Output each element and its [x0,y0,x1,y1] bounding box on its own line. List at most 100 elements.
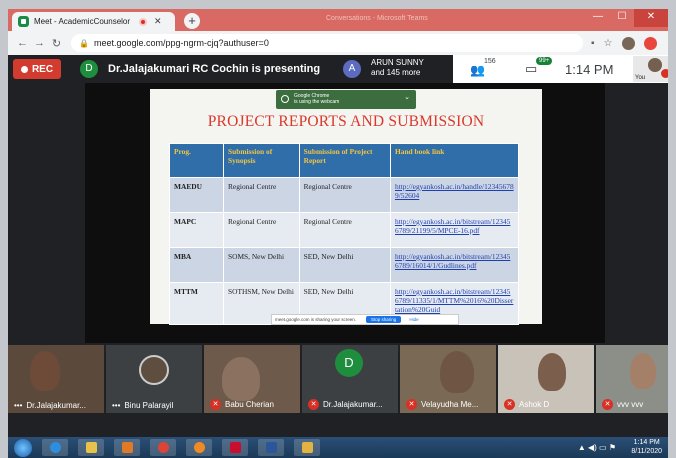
slide: Google Chrome is using the webcam ⌄ PROJ… [150,89,542,325]
bookmark-star-icon[interactable]: ☆ [604,38,613,49]
windows-taskbar: ▲ ◀) ▭ ⚑ 1:14 PM 8/11/2020 [8,437,668,458]
cell-synopsis: Regional Centre [223,177,300,213]
participant-video [630,353,656,389]
speaking-indicator-icon: ••• [14,401,23,410]
self-avatar [648,58,662,72]
cell-prog: MAPC [169,212,224,248]
speaker-info: ARUN SUNNY and 145 more [371,58,424,78]
self-label: You [635,75,646,81]
table-row: MAPC Regional Centre Regional Centre htt… [169,212,519,248]
mic-off-icon: ✕ [602,399,613,410]
profile-avatar[interactable] [621,36,635,50]
stop-sharing-button[interactable]: Stop sharing [366,316,402,323]
participant-name: Dr.Jalajakumar... [26,401,86,410]
participant-name: Velayudha Me... [421,400,479,409]
chat-icon[interactable]: ▭ [525,61,537,77]
folder-icon[interactable] [294,439,320,456]
header-prog: Prog. [169,143,224,178]
participant-video [440,351,474,393]
window-controls: — ☐ ✕ [586,9,668,27]
screen-share-bar: meet.google.com is sharing your screen. … [271,314,459,325]
media-player-icon[interactable] [114,439,140,456]
cell-prog: MTTM [169,282,224,325]
table-header-row: Prog. Submission of Synopsis Submission … [169,143,519,178]
tab-title: Meet - AcademicCounselor [34,17,131,26]
participant-avatar: D [335,349,363,377]
tab-meet[interactable]: Meet - AcademicCounselor ✕ [12,12,175,31]
lock-icon: 🔒 [79,38,89,48]
participant-tile[interactable]: ••• Binu Palarayil [106,345,202,413]
tab-close-icon[interactable]: ✕ [154,16,162,27]
chevron-down-icon: ⌄ [404,94,410,101]
cell-synopsis: Regional Centre [223,212,300,248]
table-row: MBA SOMS, New Delhi SED, New Delhi http:… [169,247,519,283]
participant-tile[interactable]: D ✕ Dr.Jalajakumar... [302,345,398,413]
participant-tile[interactable]: ✕ vvv vvv [596,345,668,413]
tray-time: 1:14 PM [633,439,660,446]
recording-indicator-icon [139,17,147,26]
mic-off-icon: ✕ [210,399,221,410]
back-arrow-icon[interactable]: ← [14,37,31,49]
participant-video [538,353,566,391]
new-tab-button[interactable]: + [184,13,200,29]
tray-date: 8/11/2020 [631,448,662,455]
participant-name: Ashok D [519,400,550,409]
chat-badge: 99+ [536,57,553,65]
shared-screen: Google Chrome is using the webcam ⌄ PROJ… [85,83,605,343]
internet-explorer-icon[interactable] [42,439,68,456]
self-mic-off-icon [661,69,668,78]
participant-video [222,357,260,401]
cell-prog: MBA [169,247,224,283]
mcafee-icon[interactable] [222,439,248,456]
webcam-notification[interactable]: Google Chrome is using the webcam ⌄ [276,90,416,109]
participant-name: Dr.Jalajakumar... [323,400,383,409]
handbook-link: http://egyankosh.ac.in/handle/123456789/… [390,177,519,213]
mic-off-icon: ✕ [308,399,319,410]
presenter-avatar: D [80,60,98,78]
participant-avatar [139,355,169,385]
system-tray-icons[interactable]: ▲ ◀) ▭ ⚑ [578,443,616,452]
webcam-icon [281,95,289,103]
minimize-button[interactable]: — [586,9,610,27]
rec-dot-icon [20,65,28,73]
participant-count: 156 [484,58,496,65]
file-explorer-icon[interactable] [78,439,104,456]
presenting-banner: Dr.Jalajakumari RC Cochin is presenting [108,63,321,75]
background-window-title: Conversations - Microsoft Teams [326,15,428,22]
self-view-tile[interactable]: You [633,56,668,82]
meeting-clock: 1:14 PM [565,62,614,77]
forward-arrow-icon[interactable]: → [31,37,48,49]
window-close-button[interactable]: ✕ [634,9,668,27]
participant-tile[interactable]: ✕ Babu Cherian [204,345,300,413]
chrome-icon[interactable] [150,439,176,456]
speaker-avatar: A [343,60,361,78]
firefox-icon[interactable] [186,439,212,456]
header-report: Submission of Project Report [298,143,392,178]
participants-icon[interactable]: 👥 [470,63,485,77]
header-synopsis: Submission of Synopsis [223,143,300,178]
participant-tile[interactable]: ✕ Velayudha Me... [400,345,496,413]
address-bar[interactable]: 🔒 meet.google.com/ppg-ngrm-cjq?authuser=… [71,34,583,52]
browser-menu-icon[interactable] [643,36,657,50]
system-clock[interactable]: 1:14 PM 8/11/2020 [631,438,662,456]
hide-button[interactable]: Hide [409,317,418,322]
cell-synopsis: SOMS, New Delhi [223,247,300,283]
reload-icon[interactable]: ↻ [48,37,65,50]
start-button-icon[interactable] [14,438,32,457]
submission-table: Prog. Submission of Synopsis Submission … [169,143,519,325]
mic-off-icon: ✕ [504,399,515,410]
camera-in-use-icon[interactable]: ▪ [591,38,595,49]
header-link: Hand book link [390,143,519,178]
participant-name: Babu Cherian [225,400,274,409]
participant-tile[interactable]: ✕ Ashok D [498,345,594,413]
participant-tile[interactable]: ••• Dr.Jalajakumar... [8,345,104,413]
maximize-button[interactable]: ☐ [610,9,634,27]
tab-strip: Meet - AcademicCounselor ✕ + Conversatio… [8,9,668,31]
cell-report: Regional Centre [298,212,392,248]
presentation-stage: Google Chrome is using the webcam ⌄ PROJ… [8,83,668,343]
recording-button[interactable]: REC [13,59,61,79]
meet-header-bar: REC D Dr.Jalajakumari RC Cochin is prese… [8,55,668,83]
browser-window: Meet - AcademicCounselor ✕ + Conversatio… [8,9,668,437]
word-icon[interactable] [258,439,284,456]
participant-name: vvv vvv [617,400,644,409]
